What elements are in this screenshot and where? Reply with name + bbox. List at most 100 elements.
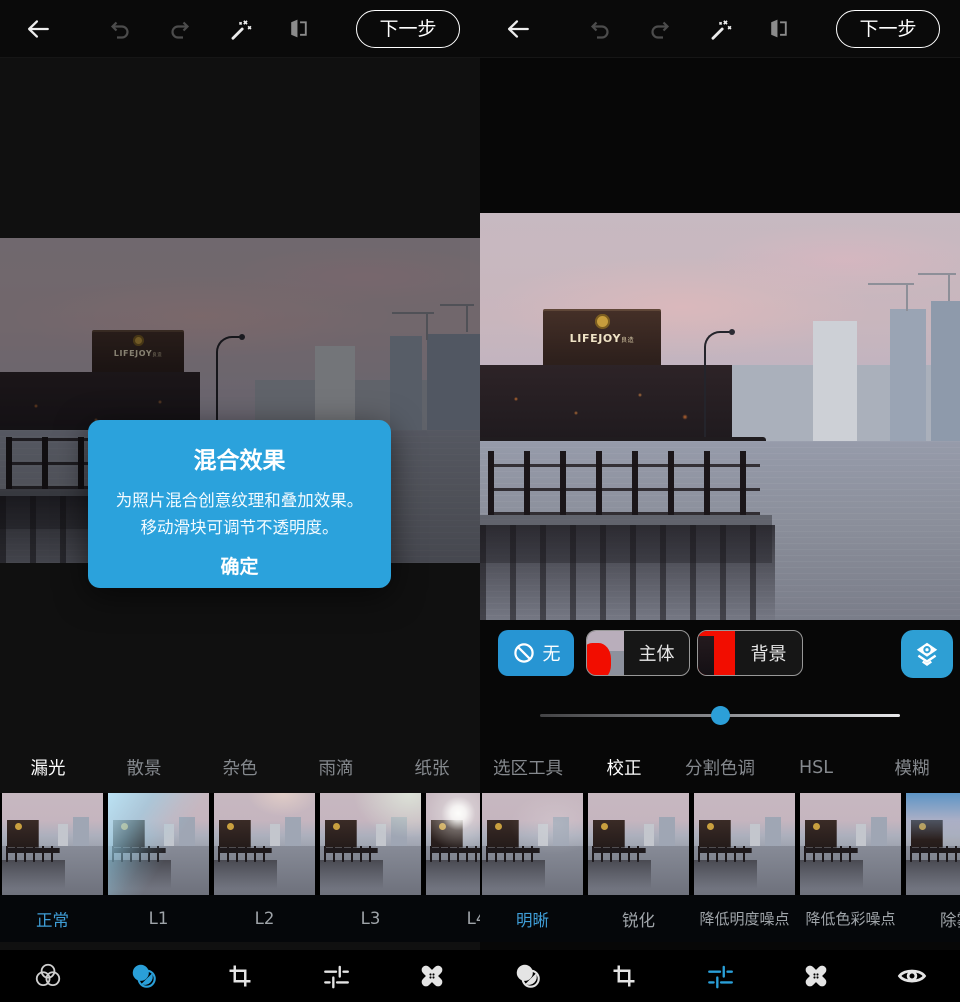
undo-button[interactable] (98, 7, 142, 51)
light-leak-overlay (320, 793, 421, 895)
compare-button[interactable] (276, 7, 320, 51)
blend-tool-button[interactable] (96, 950, 192, 1002)
thumb-reflection (694, 860, 757, 889)
heal-tool-button[interactable] (768, 950, 864, 1002)
tab-selection-tools[interactable]: 选区工具 (480, 742, 576, 793)
thumb-reflection (800, 860, 863, 889)
photo-crane (868, 283, 914, 309)
photo-canvas[interactable]: LIFEJOY良造 (480, 213, 960, 620)
correction-label-dehaze[interactable]: 除雾 (906, 907, 960, 931)
tab-correction[interactable]: 校正 (576, 742, 672, 793)
tab-noise[interactable]: 杂色 (192, 742, 288, 793)
filter-thumb-normal[interactable] (2, 793, 103, 895)
filter-label-l4[interactable]: L4 (426, 909, 480, 928)
next-step-button[interactable]: 下一步 (836, 10, 940, 48)
filter-thumb-l4[interactable] (426, 793, 480, 895)
back-button[interactable] (496, 7, 540, 51)
correction-thumb-dehaze[interactable] (906, 793, 960, 895)
adjust-sliders-icon (321, 961, 351, 991)
tab-light-leak[interactable]: 漏光 (0, 742, 96, 793)
category-tabs: 选区工具 校正 分割色调 HSL 模糊 (480, 742, 960, 793)
adjust-tool-button[interactable] (288, 950, 384, 1002)
effect-overlay (482, 793, 583, 895)
correction-label-clarity[interactable]: 明晰 (482, 907, 583, 931)
right-screen: 下一步 LIFEJOY良造 (480, 0, 960, 1002)
blend-circles-icon (513, 961, 543, 991)
light-leak-overlay (214, 793, 315, 895)
dialog-body-text: 为照片混合创意纹理和叠加效果。移动滑块可调节不透明度。 (112, 487, 367, 541)
dialog-confirm-button[interactable]: 确定 (214, 551, 264, 580)
correction-thumb-color-noise[interactable] (800, 793, 901, 895)
filter-label-l1[interactable]: L1 (108, 909, 209, 928)
mask-option-label: 无 (543, 640, 561, 666)
category-tabs: 漏光 散景 杂色 雨滴 纸张 (0, 742, 480, 793)
mask-option-none[interactable]: 无 (498, 630, 574, 676)
mask-option-background[interactable]: 背景 (697, 630, 803, 676)
subject-mask-thumb (587, 631, 624, 675)
undo-button[interactable] (578, 7, 622, 51)
correction-label-luminance-noise[interactable]: 降低明度噪点 (694, 908, 795, 929)
filter-thumb-l3[interactable] (320, 793, 421, 895)
correction-label-color-noise[interactable]: 降低色彩噪点 (800, 908, 901, 929)
blend-circles-icon (129, 961, 159, 991)
top-bar: 下一步 (0, 0, 480, 58)
show-mask-button[interactable] (901, 630, 953, 678)
crop-tool-button[interactable] (576, 950, 672, 1002)
opacity-slider[interactable] (480, 702, 960, 728)
heal-tool-button[interactable] (384, 950, 480, 1002)
filter-labels: 明晰 锐化 降低明度噪点 降低色彩噪点 除雾 (480, 895, 960, 942)
filter-thumb-l1[interactable] (108, 793, 209, 895)
redo-button[interactable] (158, 7, 202, 51)
lifejoy-logo-icon (595, 314, 610, 329)
top-bar: 下一步 (480, 0, 960, 58)
bottom-toolbar (480, 950, 960, 1002)
crop-icon (226, 962, 254, 990)
filter-thumb-l2[interactable] (214, 793, 315, 895)
dialog-title: 混合效果 (88, 441, 391, 475)
redo-button[interactable] (638, 7, 682, 51)
mask-layers-eye-icon (913, 640, 941, 668)
light-leak-overlay (108, 793, 209, 895)
bottom-toolbar (0, 950, 480, 1002)
left-screen: 下一步 LIFEJOY良造 混合效果 为照 (0, 0, 480, 1002)
filter-label-normal[interactable]: 正常 (2, 907, 103, 931)
tab-blur[interactable]: 模糊 (864, 742, 960, 793)
crop-tool-button[interactable] (192, 950, 288, 1002)
compare-button[interactable] (756, 7, 800, 51)
next-step-button[interactable]: 下一步 (356, 10, 460, 48)
filters-tool-button[interactable] (0, 950, 96, 1002)
filters-venn-icon (33, 961, 63, 991)
correction-thumb-sharpen[interactable] (588, 793, 689, 895)
photo-lamp-post (704, 331, 732, 443)
tab-bokeh[interactable]: 散景 (96, 742, 192, 793)
adjust-tool-button[interactable] (672, 950, 768, 1002)
tab-split-tone[interactable]: 分割色调 (672, 742, 768, 793)
correction-label-sharpen[interactable]: 锐化 (588, 907, 689, 931)
preview-tool-button[interactable] (864, 950, 960, 1002)
filter-label-l2[interactable]: L2 (214, 909, 315, 928)
screenshot-pair: 下一步 LIFEJOY良造 混合效果 为照 (0, 0, 960, 1002)
adjust-sliders-icon (705, 961, 735, 991)
light-leak-overlay (426, 793, 480, 895)
mask-selector-row: 无 主体 背景 (480, 628, 960, 680)
photo-reflection (480, 525, 775, 620)
auto-enhance-button[interactable] (218, 7, 262, 51)
filter-thumbnails (480, 793, 960, 895)
correction-thumb-luminance-noise[interactable] (694, 793, 795, 895)
background-mask-thumb (698, 631, 735, 675)
tab-hsl[interactable]: HSL (768, 742, 864, 793)
correction-thumb-clarity[interactable] (482, 793, 583, 895)
tab-raindrop[interactable]: 雨滴 (288, 742, 384, 793)
photo-pier-legs (488, 451, 760, 515)
blend-effect-dialog: 混合效果 为照片混合创意纹理和叠加效果。移动滑块可调节不透明度。 确定 (88, 420, 391, 588)
slider-thumb[interactable] (711, 706, 730, 725)
mask-option-subject[interactable]: 主体 (586, 630, 690, 676)
blend-tool-button[interactable] (480, 950, 576, 1002)
filter-label-l3[interactable]: L3 (320, 909, 421, 928)
compare-split-icon (286, 16, 311, 41)
back-button[interactable] (16, 7, 60, 51)
heal-bandaid-icon (417, 961, 447, 991)
auto-enhance-button[interactable] (698, 7, 742, 51)
redo-icon (648, 17, 672, 41)
tab-paper[interactable]: 纸张 (384, 742, 480, 793)
